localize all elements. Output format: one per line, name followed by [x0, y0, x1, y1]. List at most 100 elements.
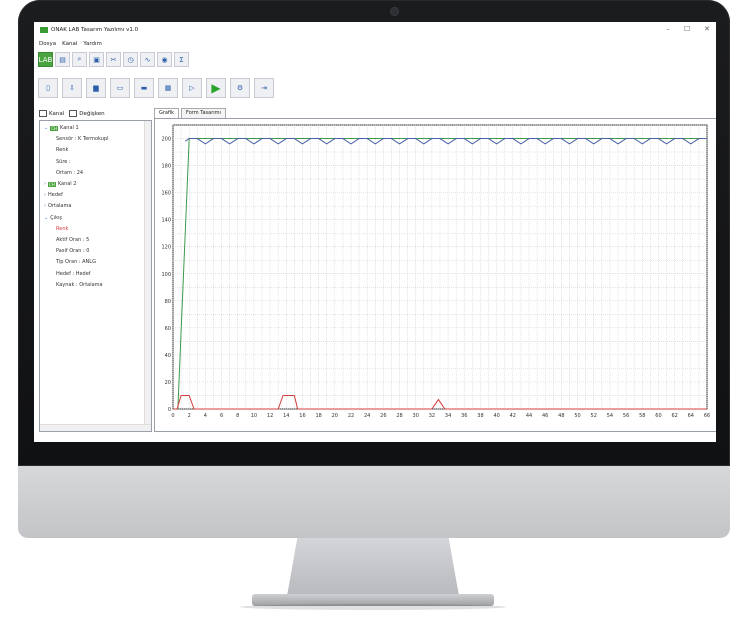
clipboard-button[interactable]: ▣	[89, 52, 104, 67]
sigma-button[interactable]: Σ	[174, 52, 189, 67]
temperature-chart: 0 2 4 6 8 10 12 14 16 18 20 22 24 26 28 30 32 34 36 38 40 42 4…	[161, 124, 710, 419]
tree-item[interactable]: ⌄ CH Kanal 1	[44, 125, 79, 131]
tree-item[interactable]: Aktif Oran : 5	[56, 237, 89, 243]
monitor-icon: ▬	[140, 84, 148, 92]
save-button[interactable]: ▆	[86, 78, 106, 98]
search-doc-icon: ⌕	[77, 55, 82, 63]
x-tick-label: 0	[171, 413, 174, 419]
new-file-icon: ▯	[46, 84, 50, 92]
x-tick-label: 58	[639, 413, 645, 419]
exit-icon: ⇥	[261, 84, 267, 92]
app-window: ONAK LAB Tasarım Yazılımı v1.0 – ☐ ✕ Dos…	[34, 22, 716, 442]
tree-item-label: Ortalama	[48, 203, 72, 210]
monitor-button[interactable]: ▬	[134, 78, 154, 98]
x-tick-label: 38	[477, 413, 483, 419]
x-tick-label: 28	[396, 413, 402, 419]
x-tick-label: 8	[236, 413, 239, 419]
x-tick-label: 52	[591, 413, 597, 419]
search-doc-button[interactable]: ⌕	[72, 52, 87, 67]
tab-kanal[interactable]: Kanal	[39, 109, 64, 117]
tree-item[interactable]: Renk	[56, 147, 68, 153]
exit-button[interactable]: ⇥	[254, 78, 274, 98]
expander-icon[interactable]: ⌄	[44, 215, 48, 221]
tree-item[interactable]: Renk	[56, 226, 68, 232]
play-button[interactable]: ▶	[206, 78, 226, 98]
menu-yardim[interactable]: Yardım	[83, 41, 102, 47]
document-button[interactable]: ▤	[55, 52, 70, 67]
export-icon: ⇩	[69, 84, 75, 92]
lab-button[interactable]: LAB	[38, 52, 53, 67]
tree-item[interactable]: › Hedef	[44, 192, 63, 198]
x-tick-label: 64	[688, 413, 694, 419]
tab-form-tasarimi[interactable]: Form Tasarımı	[181, 108, 226, 118]
y-tick-label: 60	[165, 326, 171, 332]
menu-dosya[interactable]: Dosya	[39, 41, 56, 47]
expander-icon[interactable]: ›	[44, 192, 46, 198]
tree-item[interactable]: ⌄ Çıkış	[44, 215, 62, 221]
eye-button[interactable]: ◉	[157, 52, 172, 67]
tree-item[interactable]: › CH Kanal 2	[44, 181, 76, 187]
new-file-button[interactable]: ▯	[38, 78, 58, 98]
tree-item-label: Kaynak : Ortalama	[56, 281, 103, 288]
tree-item[interactable]: Hedef : Hedef	[56, 271, 91, 277]
tree-horizontal-scrollbar[interactable]	[40, 424, 151, 431]
tree-item[interactable]: Süre :	[56, 159, 71, 165]
title-bar: ONAK LAB Tasarım Yazılımı v1.0 – ☐ ✕	[34, 22, 716, 38]
settings-button[interactable]: ⚙	[230, 78, 250, 98]
main-tabs: Grafik Form Tasarımı	[154, 108, 226, 118]
clipboard-icon: ▣	[93, 55, 100, 64]
tree-item-label: Kanal 1	[60, 125, 79, 131]
export-button[interactable]: ⇩	[62, 78, 82, 98]
x-tick-label: 62	[671, 413, 677, 419]
tree-item-label: Tip Oran : ANLG	[56, 259, 96, 266]
x-tick-label: 48	[558, 413, 564, 419]
y-tick-label: 20	[165, 380, 171, 386]
x-tick-label: 34	[445, 413, 451, 419]
channel-icon	[39, 109, 47, 117]
tree-item-label: Çıkış	[50, 214, 62, 221]
monitor-shadow	[240, 604, 506, 610]
wave-button[interactable]: ∿	[140, 52, 155, 67]
y-tick-label: 180	[161, 164, 171, 170]
toolbar-row-1: LAB ▤ ⌕ ▣ ✂ ◷ ∿ ◉ Σ	[38, 52, 189, 68]
menu-kanal[interactable]: Kanal	[62, 41, 77, 47]
variable-icon	[69, 109, 78, 117]
y-tick-label: 80	[165, 299, 171, 305]
tree-vertical-scrollbar[interactable]	[144, 121, 151, 431]
wave-icon: ∿	[144, 55, 151, 64]
tree-item[interactable]: Sensör : K Termokupl	[56, 136, 109, 142]
x-tick-label: 26	[380, 413, 386, 419]
app-logo-icon	[40, 27, 48, 33]
eye-icon: ◉	[161, 55, 168, 64]
table-button[interactable]: ▦	[158, 78, 178, 98]
close-button[interactable]: ✕	[704, 25, 710, 33]
expander-icon[interactable]: ⌄	[44, 125, 48, 131]
gauge-icon: ◷	[127, 55, 134, 64]
x-tick-label: 12	[267, 413, 273, 419]
tree-item[interactable]: Kaynak : Ortalama	[56, 282, 103, 288]
tab-grafik[interactable]: Grafik	[154, 108, 180, 118]
y-tick-label: 140	[161, 218, 171, 224]
tree-item-label: Hedef : Hedef	[56, 270, 91, 277]
tab-degisken[interactable]: Değişken	[69, 109, 105, 117]
tree-item[interactable]: › Ortalama	[44, 203, 71, 209]
x-tick-label: 30	[413, 413, 419, 419]
tree-item[interactable]: Ortam : 24	[56, 170, 83, 176]
x-tick-label: 10	[251, 413, 257, 419]
x-tick-label: 24	[364, 413, 370, 419]
tree-item[interactable]: Tip Oran : ANLG	[56, 259, 96, 265]
gauge-button[interactable]: ◷	[123, 52, 138, 67]
x-tick-label: 16	[299, 413, 305, 419]
expander-icon[interactable]: ›	[44, 203, 46, 209]
left-tabs: Kanal Değişken	[39, 107, 149, 119]
play-outline-button[interactable]: ▷	[182, 78, 202, 98]
tools-button[interactable]: ✂	[106, 52, 121, 67]
maximize-button[interactable]: ☐	[684, 25, 690, 33]
tree-item[interactable]: Pasif Oran : 0	[56, 248, 89, 254]
monitor-chin	[18, 466, 730, 538]
minimize-button[interactable]: –	[666, 25, 670, 33]
x-tick-label: 42	[510, 413, 516, 419]
expander-icon[interactable]: ›	[44, 181, 46, 187]
folder-button[interactable]: ▭	[110, 78, 130, 98]
tree-item-label: Renk	[56, 147, 69, 154]
